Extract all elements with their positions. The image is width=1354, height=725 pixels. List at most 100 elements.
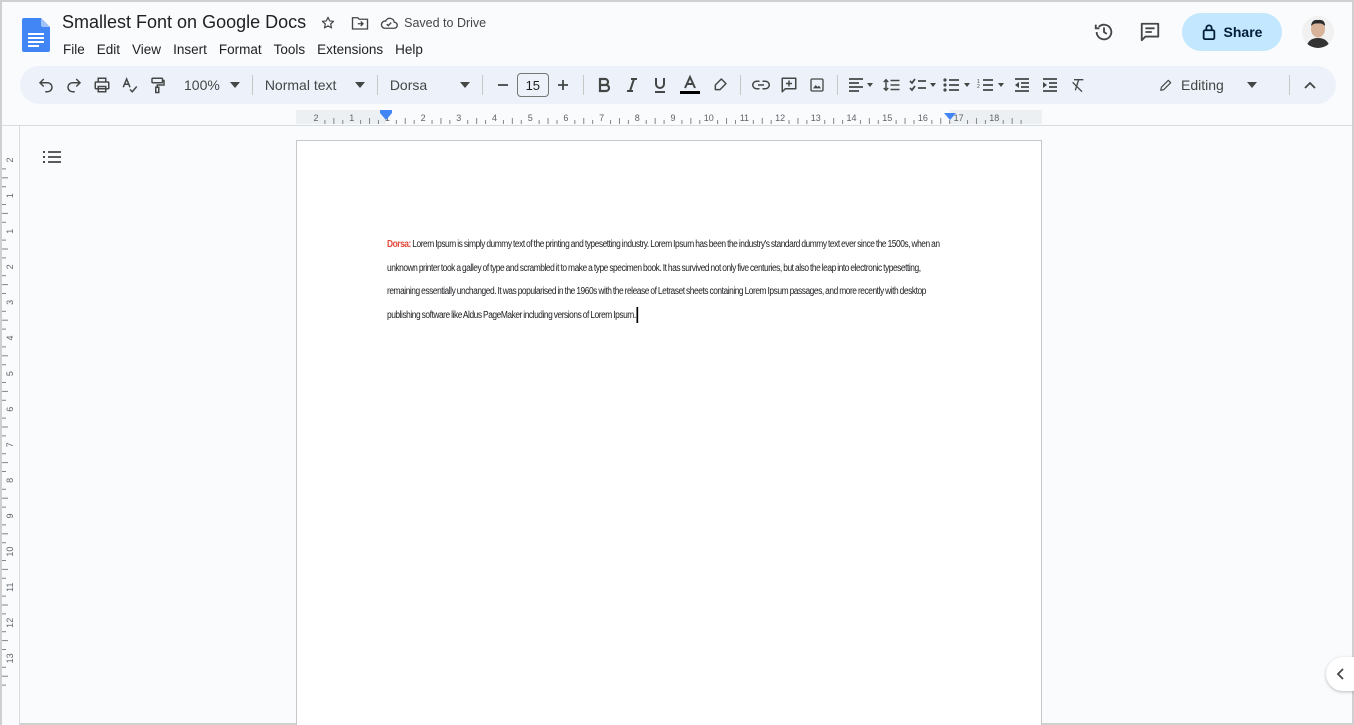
first-line-indent-marker[interactable] <box>380 110 392 113</box>
app-header: Smallest Font on Google Docs Saved to Dr… <box>2 2 1352 66</box>
avatar[interactable] <box>1302 16 1334 48</box>
ruler-label: 10 <box>5 547 15 557</box>
ruler-label: 1 <box>349 113 354 123</box>
italic-icon[interactable] <box>618 71 646 99</box>
font-select[interactable]: Dorsa <box>384 77 476 93</box>
ruler-label: 18 <box>989 113 999 123</box>
lorem-paragraph: Lorem Ipsum is simply dummy text of the … <box>387 239 940 321</box>
font-size-input[interactable]: 15 <box>516 73 549 97</box>
lock-icon <box>1202 24 1215 40</box>
checklist-icon[interactable] <box>906 71 940 99</box>
ruler-label: 1 <box>5 229 15 234</box>
menu-insert[interactable]: Insert <box>168 40 212 59</box>
ruler-label: 2 <box>313 113 318 123</box>
chevron-left-icon <box>1336 668 1344 680</box>
text-color-icon[interactable] <box>674 71 706 99</box>
image-icon[interactable] <box>803 71 831 99</box>
document-title[interactable]: Smallest Font on Google Docs <box>62 12 306 33</box>
divider <box>481 75 483 95</box>
ruler-label: 5 <box>528 113 533 123</box>
share-label: Share <box>1223 24 1263 40</box>
divider <box>739 75 741 95</box>
zoom-value: 100% <box>184 77 220 93</box>
chevron-down-icon <box>229 82 240 88</box>
decrease-indent-icon[interactable] <box>1008 71 1036 99</box>
menu-edit[interactable]: Edit <box>92 40 125 59</box>
zoom-select[interactable]: 100% <box>178 77 246 93</box>
highlight-icon[interactable] <box>706 71 734 99</box>
ruler-label: 2 <box>421 113 426 123</box>
comment-icon[interactable] <box>1132 14 1168 50</box>
bold-icon[interactable] <box>590 71 618 99</box>
document-page[interactable]: Dorsa: Lorem Ipsum is simply dummy text … <box>296 140 1042 725</box>
undo-icon[interactable] <box>32 71 60 99</box>
outline-icon[interactable] <box>42 148 62 166</box>
paragraph-style-select[interactable]: Normal text <box>259 77 371 93</box>
divider <box>836 75 838 95</box>
print-icon[interactable] <box>88 71 116 99</box>
ruler-label: 4 <box>5 335 15 340</box>
divider <box>1289 75 1290 95</box>
docs-logo-icon[interactable] <box>22 18 50 52</box>
menu-extensions[interactable]: Extensions <box>312 40 388 59</box>
formatting-toolbar: 100% Normal text Dorsa 15 1 2 Editing <box>20 66 1336 104</box>
ruler-label: 16 <box>918 113 928 123</box>
ruler-label: 13 <box>811 113 821 123</box>
bulleted-list-icon[interactable] <box>940 71 974 99</box>
ruler-label: 2 <box>5 264 15 269</box>
ruler-label: 3 <box>456 113 461 123</box>
editing-mode-label: Editing <box>1181 77 1224 93</box>
cloud-saved-icon <box>380 17 398 29</box>
ruler-label: 15 <box>882 113 892 123</box>
ruler-label: 6 <box>563 113 568 123</box>
side-panel-toggle[interactable] <box>1326 657 1354 691</box>
menu-help[interactable]: Help <box>390 40 428 59</box>
ruler-label: 6 <box>5 407 15 412</box>
ruler-label: 9 <box>670 113 675 123</box>
save-status[interactable]: Saved to Drive <box>380 16 486 30</box>
font-label: Dorsa: <box>387 239 411 250</box>
spellcheck-icon[interactable] <box>116 71 144 99</box>
ruler-label: 8 <box>5 478 15 483</box>
divider <box>582 75 584 95</box>
svg-text:2: 2 <box>977 84 980 90</box>
menu-format[interactable]: Format <box>214 40 267 59</box>
ruler-label: 2 <box>5 157 15 162</box>
add-comment-icon[interactable] <box>775 71 803 99</box>
ruler-label: 3 <box>5 300 15 305</box>
menu-view[interactable]: View <box>127 40 166 59</box>
menu-file[interactable]: File <box>58 40 90 59</box>
ruler-label: 4 <box>492 113 497 123</box>
share-button[interactable]: Share <box>1182 13 1282 51</box>
ruler-label: 7 <box>5 442 15 447</box>
history-icon[interactable] <box>1086 14 1122 50</box>
increase-font-size-button[interactable] <box>549 71 577 99</box>
increase-indent-icon[interactable] <box>1036 71 1064 99</box>
document-body[interactable]: Dorsa: Lorem Ipsum is simply dummy text … <box>387 233 945 327</box>
divider <box>251 75 253 95</box>
save-status-text: Saved to Drive <box>404 15 487 30</box>
editing-mode-select[interactable]: Editing <box>1149 77 1275 93</box>
vertical-ruler[interactable]: 2 1 1 2 3 4 5 6 7 8 9 10 11 12 13 <box>2 126 20 725</box>
star-icon[interactable] <box>318 13 338 33</box>
chevron-up-icon[interactable] <box>1296 71 1324 99</box>
clear-formatting-icon[interactable] <box>1064 71 1092 99</box>
decrease-font-size-button[interactable] <box>489 71 517 99</box>
ruler-label: 11 <box>740 113 749 123</box>
paragraph-style-value: Normal text <box>264 77 337 93</box>
ruler-label: 5 <box>5 371 15 376</box>
horizontal-ruler[interactable]: 21123456789101112131415161718 <box>2 106 1352 126</box>
line-spacing-icon[interactable] <box>878 71 906 99</box>
align-left-icon[interactable] <box>844 71 878 99</box>
link-icon[interactable] <box>747 71 775 99</box>
redo-icon[interactable] <box>60 71 88 99</box>
chevron-down-icon <box>1247 82 1257 88</box>
paint-format-icon[interactable] <box>144 71 172 99</box>
chevron-down-icon <box>354 82 365 88</box>
underline-icon[interactable] <box>646 71 674 99</box>
move-folder-icon[interactable] <box>350 13 370 33</box>
menu-bar: File Edit View Insert Format Tools Exten… <box>58 40 430 59</box>
menu-tools[interactable]: Tools <box>269 40 311 59</box>
numbered-list-icon[interactable]: 12 <box>974 71 1008 99</box>
ruler-label: 17 <box>954 113 964 123</box>
